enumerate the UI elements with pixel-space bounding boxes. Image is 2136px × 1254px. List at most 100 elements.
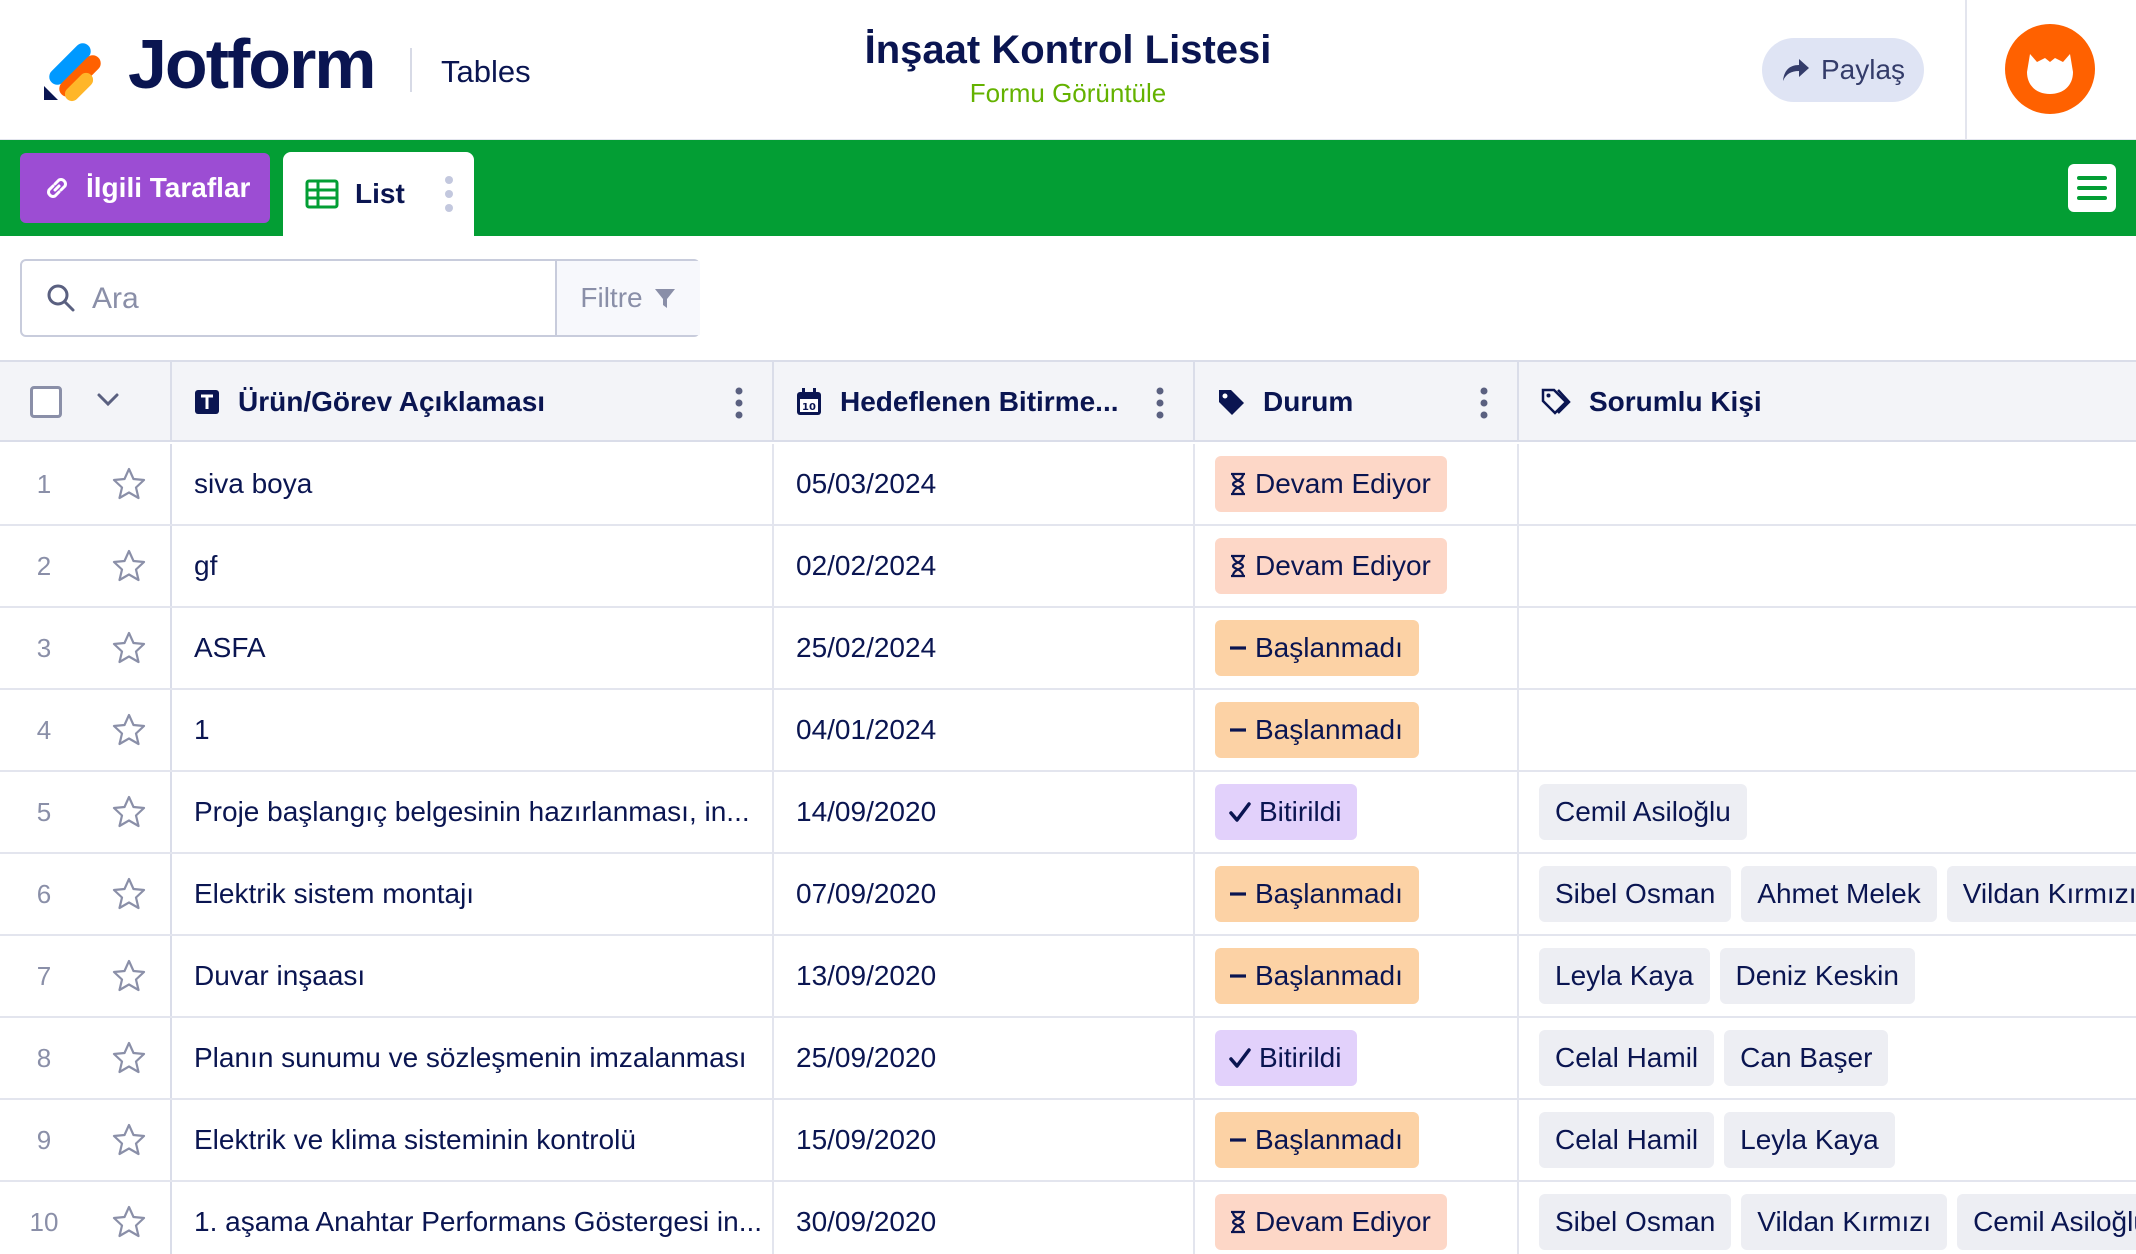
star-icon[interactable] — [111, 712, 147, 748]
table-row[interactable]: 4 1 04/01/2024 Başlanmadı — [0, 690, 2136, 772]
person-chip[interactable]: Celal Hamil — [1539, 1030, 1715, 1086]
status-badge[interactable]: Devam Ediyor — [1215, 456, 1447, 512]
date-cell[interactable]: 02/02/2024 — [774, 526, 1195, 606]
description-cell[interactable]: 1. aşama Anahtar Performans Göstergesi i… — [172, 1182, 774, 1254]
column-options-icon[interactable] — [734, 386, 744, 420]
person-chip[interactable]: Sibel Osman — [1539, 866, 1732, 922]
description-cell[interactable]: gf — [172, 526, 774, 606]
table-row[interactable]: 1 siva boya 05/03/2024 Devam Ediyor — [0, 444, 2136, 526]
responsible-cell[interactable] — [1519, 444, 2136, 524]
responsible-cell[interactable]: Cemil Asiloğlu — [1519, 772, 2136, 852]
table-row[interactable]: 3 ASFA 25/02/2024 Başlanmadı — [0, 608, 2136, 690]
status-badge[interactable]: Devam Ediyor — [1215, 538, 1447, 594]
status-badge[interactable]: Devam Ediyor — [1215, 1194, 1447, 1250]
responsible-cell[interactable]: Sibel Osman Vildan Kırmızı Cemil Asiloğlu — [1519, 1182, 2136, 1254]
status-badge[interactable]: Bitirildi — [1215, 1030, 1358, 1086]
table-row[interactable]: 7 Duvar inşaası 13/09/2020 Başlanmadı Leyla … — [0, 936, 2136, 1018]
table-row[interactable]: 6 Elektrik sistem montajı 07/09/2020 Başlan… — [0, 854, 2136, 936]
person-chip[interactable]: Cemil Asiloğlu — [1957, 1194, 2136, 1250]
date-cell[interactable]: 25/02/2024 — [774, 608, 1195, 688]
star-icon[interactable] — [111, 630, 147, 666]
date-cell[interactable]: 05/03/2024 — [774, 444, 1195, 524]
table-row[interactable]: 5 Proje başlangıç belgesinin hazırlanması… — [0, 772, 2136, 854]
star-icon[interactable] — [111, 466, 147, 502]
person-chip[interactable]: Cemil Asiloğlu — [1539, 784, 1747, 840]
star-icon[interactable] — [111, 876, 147, 912]
date-cell[interactable]: 13/09/2020 — [774, 936, 1195, 1016]
column-header-responsible[interactable]: Sorumlu Kişi — [1519, 362, 2136, 442]
responsible-cell[interactable] — [1519, 690, 2136, 770]
person-chip[interactable]: Deniz Keskin — [1719, 948, 1915, 1004]
status-cell[interactable]: Başlanmadı — [1195, 854, 1519, 934]
description-cell[interactable]: 1 — [172, 690, 774, 770]
description-cell[interactable]: Proje başlangıç belgesinin hazırlanması,… — [172, 772, 774, 852]
status-badge[interactable]: Başlanmadı — [1215, 702, 1419, 758]
tab-related-parties[interactable]: İlgili Taraflar — [20, 153, 270, 223]
star-icon[interactable] — [111, 1204, 147, 1240]
table-row[interactable]: 8 Planın sunumu ve sözleşmenin imzalanmas… — [0, 1018, 2136, 1100]
status-cell[interactable]: Devam Ediyor — [1195, 526, 1519, 606]
menu-button[interactable] — [2068, 164, 2116, 212]
status-badge[interactable]: Başlanmadı — [1215, 620, 1419, 676]
responsible-cell[interactable]: Celal Hamil Leyla Kaya — [1519, 1100, 2136, 1180]
person-chip[interactable]: Vildan Kırmızı — [1741, 1194, 1948, 1250]
person-chip[interactable]: Ahmet Melek — [1741, 866, 1937, 922]
person-chip[interactable]: Can Başer — [1724, 1030, 1889, 1086]
description-cell[interactable]: Elektrik sistem montajı — [172, 854, 774, 934]
star-icon[interactable] — [111, 1122, 147, 1158]
date-cell[interactable]: 07/09/2020 — [774, 854, 1195, 934]
status-cell[interactable]: Bitirildi — [1195, 772, 1519, 852]
description-cell[interactable]: Planın sunumu ve sözleşmenin imzalanması — [172, 1018, 774, 1098]
chevron-down-icon[interactable] — [96, 392, 120, 408]
date-cell[interactable]: 04/01/2024 — [774, 690, 1195, 770]
date-cell[interactable]: 30/09/2020 — [774, 1182, 1195, 1254]
status-cell[interactable]: Başlanmadı — [1195, 1100, 1519, 1180]
star-icon[interactable] — [111, 1040, 147, 1076]
responsible-cell[interactable]: Sibel Osman Ahmet Melek Vildan Kırmızı — [1519, 854, 2136, 934]
person-chip[interactable]: Sibel Osman — [1539, 1194, 1732, 1250]
status-cell[interactable]: Başlanmadı — [1195, 690, 1519, 770]
table-row[interactable]: 9 Elektrik ve klima sisteminin kontrolü 15… — [0, 1100, 2136, 1182]
person-chip[interactable]: Leyla Kaya — [1539, 948, 1710, 1004]
responsible-cell[interactable] — [1519, 526, 2136, 606]
star-icon[interactable] — [111, 794, 147, 830]
description-cell[interactable]: Elektrik ve klima sisteminin kontrolü — [172, 1100, 774, 1180]
status-cell[interactable]: Devam Ediyor — [1195, 444, 1519, 524]
tab-list[interactable]: List — [283, 152, 474, 236]
search-input[interactable] — [92, 275, 552, 323]
responsible-cell[interactable]: Leyla Kaya Deniz Keskin — [1519, 936, 2136, 1016]
person-chip[interactable]: Celal Hamil — [1539, 1112, 1715, 1168]
date-cell[interactable]: 15/09/2020 — [774, 1100, 1195, 1180]
column-options-icon[interactable] — [1479, 386, 1489, 420]
status-cell[interactable]: Başlanmadı — [1195, 608, 1519, 688]
description-cell[interactable]: ASFA — [172, 608, 774, 688]
column-header-target-date[interactable]: 10 Hedeflenen Bitirme... — [774, 362, 1195, 442]
status-badge[interactable]: Bitirildi — [1215, 784, 1358, 840]
person-chip[interactable]: Vildan Kırmızı — [1946, 866, 2136, 922]
column-header-status[interactable]: Durum — [1195, 362, 1519, 442]
select-all-checkbox[interactable] — [30, 386, 62, 418]
responsible-cell[interactable] — [1519, 608, 2136, 688]
date-cell[interactable]: 14/09/2020 — [774, 772, 1195, 852]
responsible-cell[interactable]: Celal Hamil Can Başer — [1519, 1018, 2136, 1098]
status-cell[interactable]: Devam Ediyor — [1195, 1182, 1519, 1254]
star-icon[interactable] — [111, 548, 147, 584]
status-badge[interactable]: Başlanmadı — [1215, 948, 1419, 1004]
status-badge[interactable]: Başlanmadı — [1215, 866, 1419, 922]
status-badge[interactable]: Başlanmadı — [1215, 1112, 1419, 1168]
description-cell[interactable]: Duvar inşaası — [172, 936, 774, 1016]
tab-more-icon[interactable] — [444, 174, 454, 214]
user-avatar[interactable] — [2005, 24, 2095, 114]
table-row[interactable]: 10 1. aşama Anahtar Performans Göstergesi… — [0, 1182, 2136, 1254]
status-cell[interactable]: Başlanmadı — [1195, 936, 1519, 1016]
column-options-icon[interactable] — [1155, 386, 1165, 420]
person-chip[interactable]: Leyla Kaya — [1724, 1112, 1895, 1168]
status-cell[interactable]: Bitirildi — [1195, 1018, 1519, 1098]
column-header-description[interactable]: Ürün/Görev Açıklaması — [172, 362, 774, 442]
star-icon[interactable] — [111, 958, 147, 994]
share-button[interactable]: Paylaş — [1762, 38, 1924, 102]
table-row[interactable]: 2 gf 02/02/2024 Devam Ediyor — [0, 526, 2136, 608]
filter-button[interactable]: Filtre — [555, 261, 700, 335]
date-cell[interactable]: 25/09/2020 — [774, 1018, 1195, 1098]
description-cell[interactable]: siva boya — [172, 444, 774, 524]
